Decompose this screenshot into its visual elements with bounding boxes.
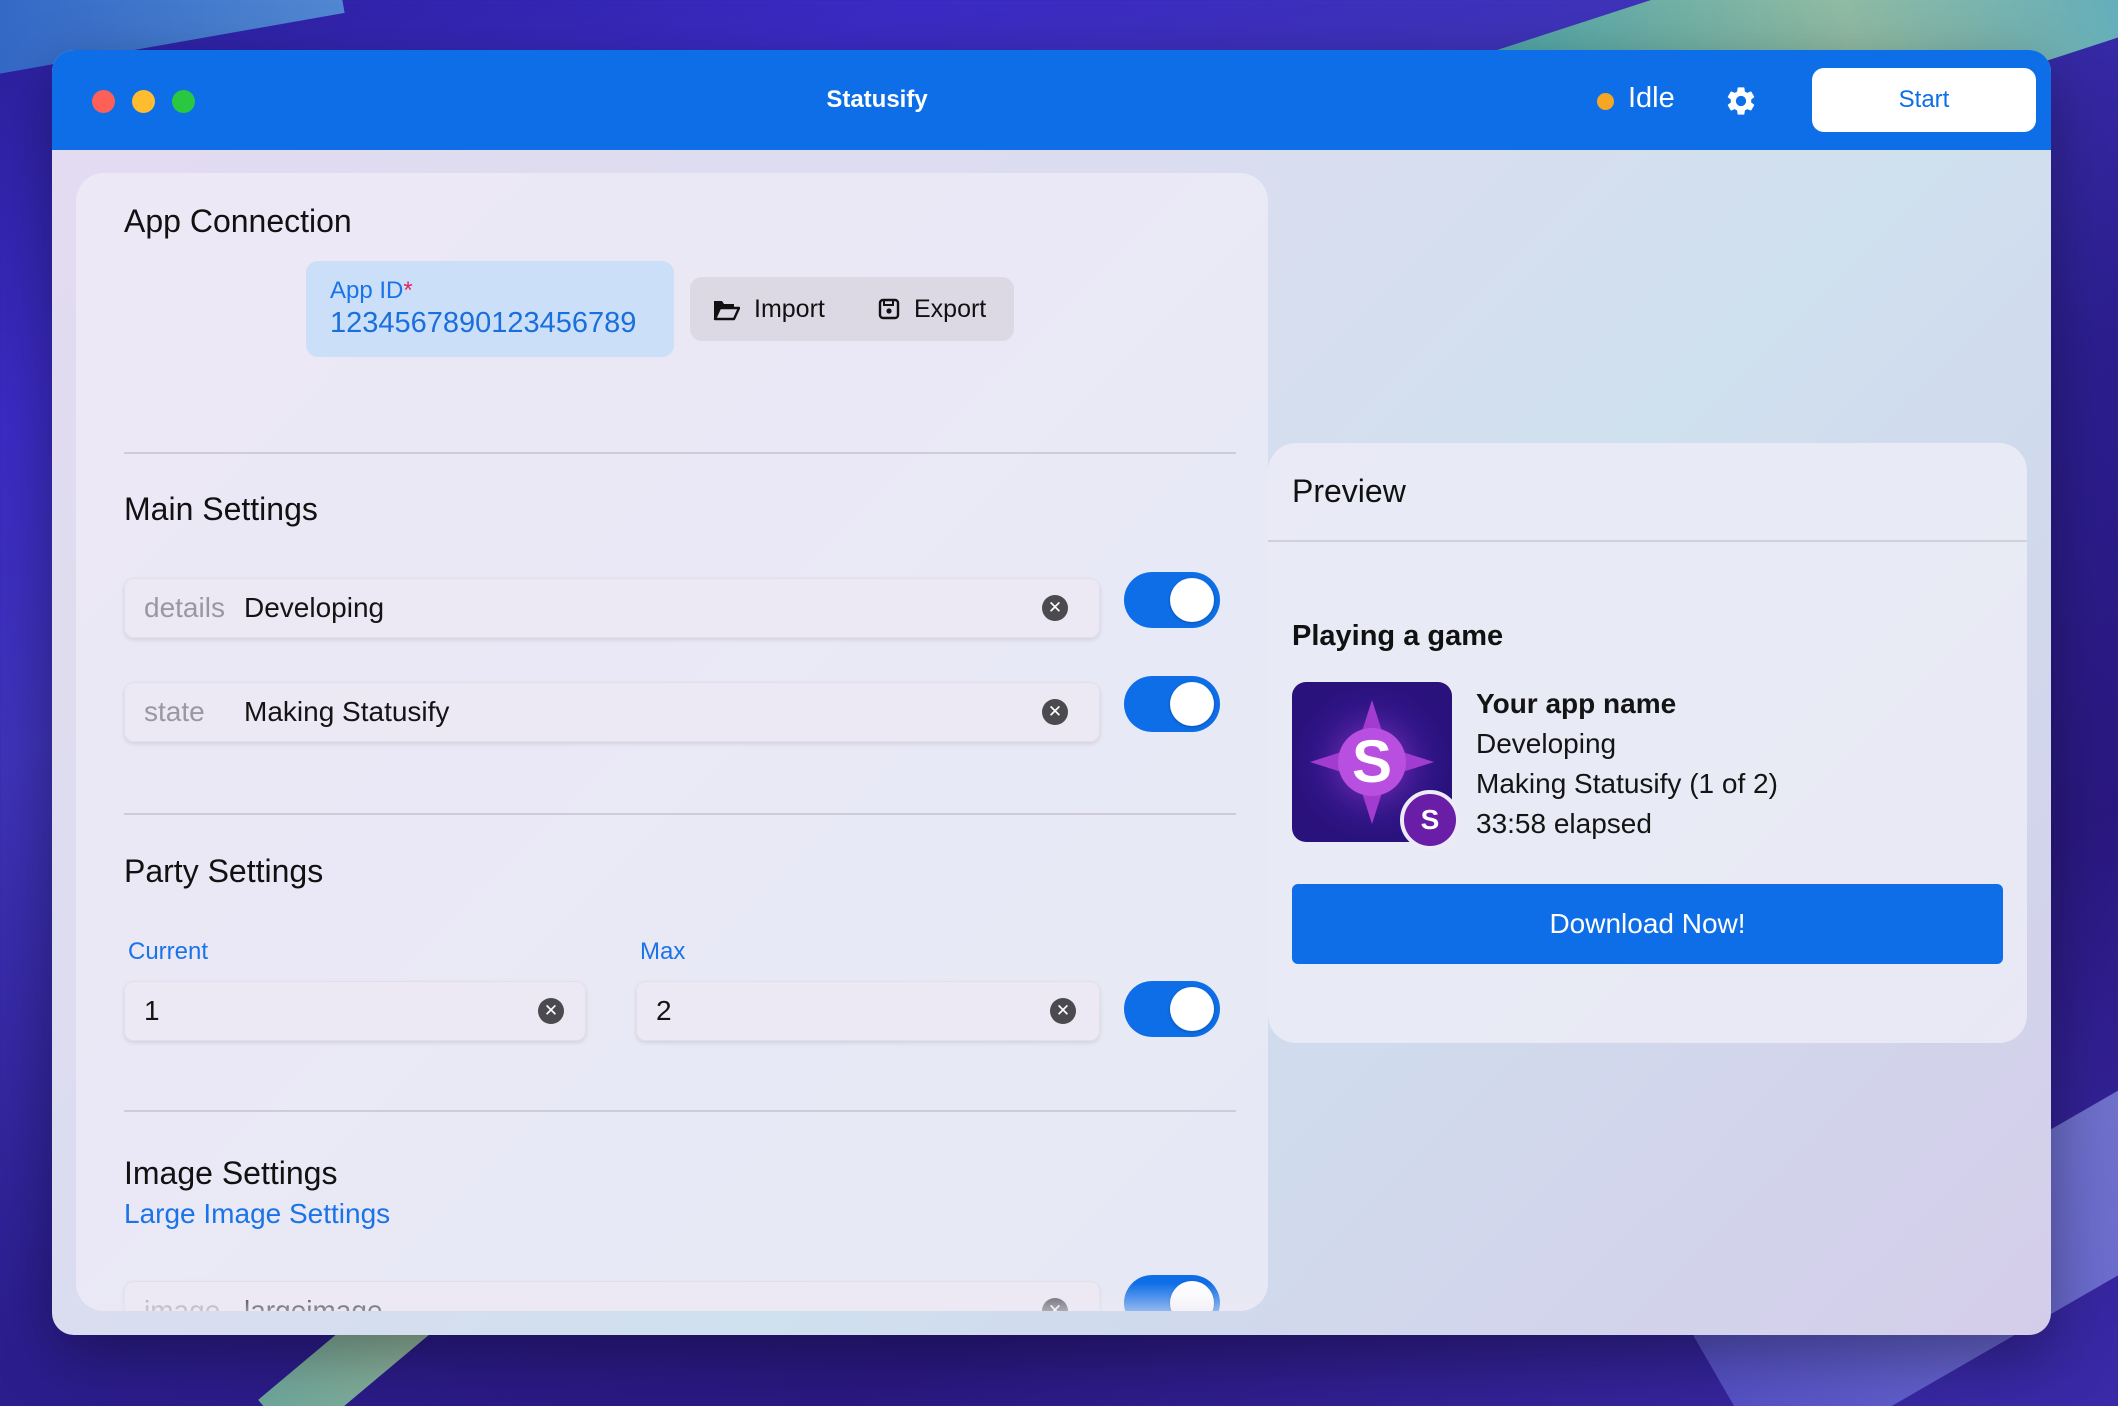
party-max-value: 2 <box>656 995 672 1026</box>
party-current-field[interactable]: 1 ✕ <box>124 981 586 1041</box>
close-window-button[interactable] <box>92 90 115 113</box>
clear-icon[interactable]: ✕ <box>1050 998 1076 1024</box>
import-export-group: Import Export <box>690 277 1014 341</box>
preview-app-name: Your app name <box>1476 688 1677 719</box>
party-settings-title: Party Settings <box>124 853 324 889</box>
large-image-settings-link[interactable]: Large Image Settings <box>124 1198 390 1230</box>
section-divider <box>124 452 1236 454</box>
clear-icon[interactable]: ✕ <box>538 998 564 1024</box>
current-label: Current <box>128 938 209 965</box>
details-toggle[interactable] <box>1124 572 1220 628</box>
section-divider <box>124 1110 1236 1112</box>
settings-panel[interactable]: App Connection App ID* 12345678901234567… <box>76 173 1268 1311</box>
folder-open-icon <box>713 301 740 321</box>
preview-details: Developing <box>1476 728 1617 759</box>
details-field[interactable]: details Developing ✕ <box>124 578 1100 638</box>
preview-state: Making Statusify (1 of 2) <box>1476 768 1778 799</box>
party-current-value: 1 <box>144 995 160 1026</box>
import-button[interactable]: Import <box>712 277 825 341</box>
preview-elapsed: 33:58 elapsed <box>1476 808 1652 839</box>
status-text: Idle <box>1628 82 1675 114</box>
status-dot-icon <box>1597 93 1614 110</box>
toggle-knob <box>1170 682 1214 726</box>
required-mark: * <box>403 277 413 304</box>
toggle-knob <box>1170 578 1214 622</box>
import-label: Import <box>754 294 825 323</box>
svg-text:S: S <box>1352 728 1392 795</box>
export-label: Export <box>914 294 987 323</box>
small-image-icon: S <box>1400 790 1460 850</box>
max-label: Max <box>640 938 686 965</box>
gear-icon[interactable] <box>1724 84 1758 118</box>
zoom-window-button[interactable] <box>172 90 195 113</box>
clear-icon[interactable]: ✕ <box>1042 595 1068 621</box>
section-divider <box>124 813 1236 815</box>
app-id-value: 1234567890123456789 <box>330 307 637 339</box>
state-value: Making Statusify <box>244 696 450 727</box>
minimize-window-button[interactable] <box>132 90 155 113</box>
image-settings-title: Image Settings <box>124 1155 338 1191</box>
save-icon <box>878 298 900 320</box>
app-window: Statusify Idle Start App Connection App … <box>52 50 2051 1335</box>
state-field[interactable]: state Making Statusify ✕ <box>124 682 1100 742</box>
activity-heading: Playing a game <box>1292 620 1504 652</box>
details-value: Developing <box>244 592 385 623</box>
large-image-icon: S S <box>1292 682 1460 850</box>
download-now-button[interactable]: Download Now! <box>1292 884 2003 964</box>
main-settings-title: Main Settings <box>124 491 318 527</box>
toggle-knob <box>1170 987 1214 1031</box>
state-toggle[interactable] <box>1124 676 1220 732</box>
title-bar: Statusify Idle Start <box>52 50 2051 150</box>
app-id-field[interactable]: App ID* 1234567890123456789 <box>306 261 674 357</box>
state-prefix: state <box>144 696 205 727</box>
preview-title: Preview <box>1292 473 1406 509</box>
details-prefix: details <box>144 592 225 623</box>
party-max-field[interactable]: 2 ✕ <box>636 981 1100 1041</box>
start-button[interactable]: Start <box>1812 68 2036 132</box>
clear-icon[interactable]: ✕ <box>1042 699 1068 725</box>
preview-divider <box>1268 540 2027 542</box>
app-connection-title: App Connection <box>124 203 352 239</box>
scroll-fade <box>76 1283 1268 1311</box>
export-button[interactable]: Export <box>878 277 986 341</box>
preview-panel: Preview Playing a game S S Your app name… <box>1268 443 2027 1043</box>
window-title: Statusify <box>826 86 928 113</box>
app-id-label: App ID* <box>330 277 413 304</box>
party-toggle[interactable] <box>1124 981 1220 1037</box>
